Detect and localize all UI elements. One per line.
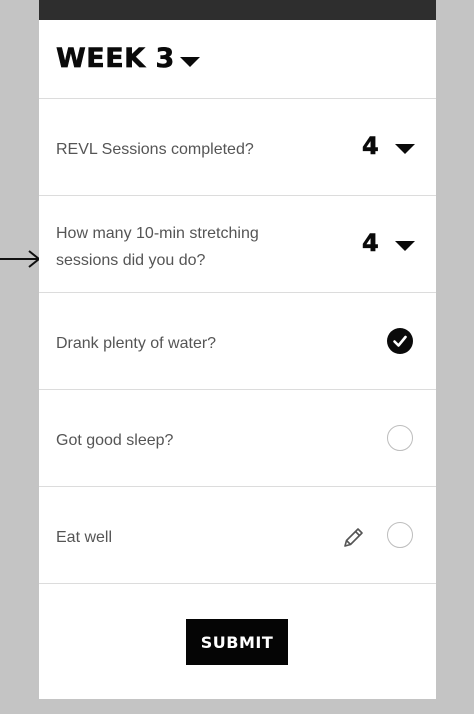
week-title: WEEK 3 [56, 43, 175, 75]
row-water: Drank plenty of water? [39, 293, 436, 390]
row-label-line2: sessions did you do? [56, 252, 206, 269]
row-sleep: Got good sleep? [39, 390, 436, 487]
caret-down-icon[interactable] [395, 241, 415, 251]
status-bar [39, 0, 436, 20]
empty-circle-icon[interactable] [387, 425, 413, 451]
arrow-right-icon [0, 247, 44, 271]
row-eat-well: Eat well [39, 487, 436, 584]
empty-circle-icon[interactable] [387, 522, 413, 548]
submit-button[interactable]: SUBMIT [186, 619, 288, 665]
row-label: REVL Sessions completed? [56, 141, 254, 158]
week-selector[interactable]: WEEK 3 [39, 20, 436, 99]
caret-down-icon[interactable] [395, 144, 415, 154]
check-circle-icon[interactable] [387, 328, 413, 354]
row-label: Eat well [56, 529, 113, 546]
stretching-count-value[interactable]: 4 [362, 229, 379, 258]
row-stretching-sessions: How many 10-min stretching sessions did … [39, 196, 436, 293]
caret-down-icon[interactable] [180, 57, 200, 67]
row-label-line1: How many 10-min stretching [56, 225, 259, 242]
row-label: Got good sleep? [56, 432, 174, 449]
row-revl-sessions: REVL Sessions completed? 4 [39, 99, 436, 196]
row-label: Drank plenty of water? [56, 335, 217, 352]
sessions-count-value[interactable]: 4 [362, 132, 379, 161]
checklist-screen: WEEK 3 REVL Sessions completed? 4 How ma… [39, 0, 436, 699]
pencil-icon[interactable] [342, 525, 366, 549]
